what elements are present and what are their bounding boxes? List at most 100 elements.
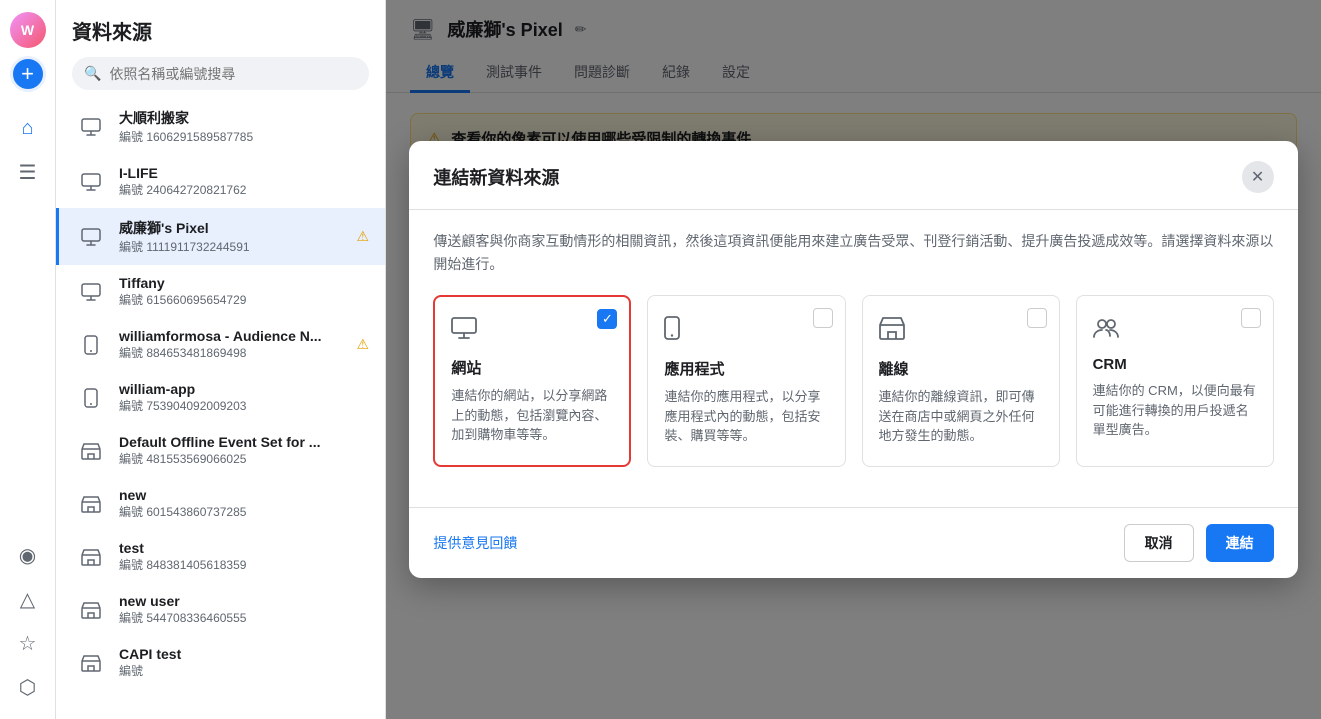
source-item-name: 大順利搬家	[119, 108, 369, 128]
left-panel: 資料來源 🔍 大順利搬家 編號 1606291589587785 I-LIFE …	[56, 0, 386, 719]
option-desc-crm: 連結你的 CRM，以便向最有可能進行轉換的用戶投遞名單型廣告。	[1093, 381, 1257, 440]
source-item-name: 威廉獅's Pixel	[119, 218, 344, 238]
source-item-name: Default Offline Event Set for ...	[119, 434, 369, 450]
source-item-text: new 編號 601543860737285	[119, 487, 369, 520]
option-checkbox-website: ✓	[597, 309, 617, 329]
modal-title: 連結新資料來源	[433, 164, 559, 190]
source-item-source-9[interactable]: test 編號 848381405618359	[56, 530, 385, 583]
source-item-id: 編號 481553569066025	[119, 450, 369, 467]
source-type-icon	[75, 488, 107, 520]
source-type-icon	[75, 594, 107, 626]
source-item-text: william-app 編號 753904092009203	[119, 381, 369, 414]
option-desc-offline: 連結你的離線資訊，即可傳送在商店中或網頁之外任何地方發生的動態。	[879, 387, 1043, 446]
source-item-source-8[interactable]: new 編號 601543860737285	[56, 477, 385, 530]
option-icon-app	[664, 316, 680, 346]
source-item-id: 編號 1111911732244591	[119, 238, 344, 255]
option-name-crm: CRM	[1093, 356, 1127, 373]
options-grid: ✓ 網站 連結你的網站，以分享網路上的動態，包括瀏覽內容、加到購物車等等。 應用…	[433, 295, 1273, 467]
warning-icon: ⚠	[356, 336, 369, 353]
source-item-text: 威廉獅's Pixel 編號 1111911732244591	[119, 218, 344, 255]
source-item-id: 編號 544708336460555	[119, 609, 369, 626]
right-panel: 🖥 威廉獅's Pixel ✏ 總覽測試事件問題診斷紀錄設定 ⚠ 查看你的像素可…	[386, 0, 1321, 719]
option-icon-offline	[879, 316, 905, 346]
feedback-link[interactable]: 提供意見回饋	[433, 533, 517, 553]
nav-menu[interactable]: ☰	[8, 152, 48, 192]
modal: 連結新資料來源 ✕ 傳送顧客與你商家互動情形的相關資訊，然後這項資訊便能用來建立…	[409, 141, 1297, 577]
source-item-text: test 編號 848381405618359	[119, 540, 369, 573]
search-input[interactable]	[109, 66, 357, 82]
source-type-icon	[75, 647, 107, 679]
nav-globe[interactable]: ◉	[8, 535, 48, 575]
source-item-name: CAPI test	[119, 646, 369, 662]
source-type-icon	[75, 382, 107, 414]
source-type-icon	[75, 276, 107, 308]
source-item-text: williamformosa - Audience N... 編號 884653…	[119, 328, 344, 361]
source-item-source-4[interactable]: Tiffany 編號 615660695654729	[56, 265, 385, 318]
option-icon-website	[451, 317, 477, 345]
source-item-source-7[interactable]: Default Offline Event Set for ... 編號 481…	[56, 424, 385, 477]
add-button[interactable]: +	[10, 56, 46, 92]
option-checkbox-offline	[1027, 308, 1047, 328]
main-container: 資料來源 🔍 大順利搬家 編號 1606291589587785 I-LIFE …	[56, 0, 1321, 719]
source-type-icon	[75, 329, 107, 361]
option-checkbox-app	[813, 308, 833, 328]
option-icon-crm	[1093, 316, 1119, 344]
left-panel-header: 資料來源 🔍	[56, 0, 385, 98]
source-item-source-11[interactable]: CAPI test 編號	[56, 636, 385, 689]
option-card-crm[interactable]: CRM 連結你的 CRM，以便向最有可能進行轉換的用戶投遞名單型廣告。	[1076, 295, 1274, 467]
user-avatar[interactable]: W	[10, 12, 46, 48]
source-item-id: 編號 1606291589587785	[119, 128, 369, 145]
sidebar-nav: W + ⌂ ☰ ◉ △ ☆ ⬡	[0, 0, 56, 719]
source-item-name: new	[119, 487, 369, 503]
source-item-text: Tiffany 編號 615660695654729	[119, 275, 369, 308]
source-item-text: CAPI test 編號	[119, 646, 369, 679]
option-desc-app: 連結你的應用程式，以分享應用程式內的動態，包括安裝、購買等等。	[664, 387, 828, 446]
modal-body: 傳送顧客與你商家互動情形的相關資訊，然後這項資訊便能用來建立廣告受眾、刊登行銷活…	[409, 210, 1297, 506]
source-item-id: 編號 615660695654729	[119, 291, 369, 308]
source-type-icon	[75, 541, 107, 573]
source-item-text: 大順利搬家 編號 1606291589587785	[119, 108, 369, 145]
nav-analytics[interactable]: △	[8, 579, 48, 619]
source-item-source-3[interactable]: 威廉獅's Pixel 編號 1111911732244591 ⚠	[56, 208, 385, 265]
option-checkbox-crm	[1241, 308, 1261, 328]
source-item-name: I-LIFE	[119, 165, 369, 181]
source-item-id: 編號 884653481869498	[119, 344, 344, 361]
source-type-icon	[75, 435, 107, 467]
option-card-app[interactable]: 應用程式 連結你的應用程式，以分享應用程式內的動態，包括安裝、購買等等。	[647, 295, 845, 467]
source-item-name: Tiffany	[119, 275, 369, 291]
nav-star[interactable]: ☆	[8, 623, 48, 663]
source-item-source-10[interactable]: new user 編號 544708336460555	[56, 583, 385, 636]
source-type-icon	[75, 111, 107, 143]
source-item-name: new user	[119, 593, 369, 609]
connect-button[interactable]: 連結	[1206, 524, 1274, 562]
search-icon: 🔍	[84, 65, 101, 82]
source-item-source-2[interactable]: I-LIFE 編號 240642720821762	[56, 155, 385, 208]
warning-icon: ⚠	[356, 228, 369, 245]
modal-actions: 取消 連結	[1124, 524, 1274, 562]
source-item-source-1[interactable]: 大順利搬家 編號 1606291589587785	[56, 98, 385, 155]
nav-tags[interactable]: ⬡	[8, 667, 48, 707]
source-item-source-6[interactable]: william-app 編號 753904092009203	[56, 371, 385, 424]
source-item-id: 編號 601543860737285	[119, 503, 369, 520]
source-item-source-5[interactable]: williamformosa - Audience N... 編號 884653…	[56, 318, 385, 371]
source-type-icon	[75, 166, 107, 198]
option-desc-website: 連結你的網站，以分享網路上的動態，包括瀏覽內容、加到購物車等等。	[451, 386, 613, 445]
source-item-name: william-app	[119, 381, 369, 397]
modal-close-button[interactable]: ✕	[1242, 161, 1274, 193]
nav-home[interactable]: ⌂	[8, 108, 48, 148]
modal-header: 連結新資料來源 ✕	[409, 141, 1297, 210]
modal-description: 傳送顧客與你商家互動情形的相關資訊，然後這項資訊便能用來建立廣告受眾、刊登行銷活…	[433, 230, 1273, 275]
option-name-offline: 離線	[879, 358, 909, 379]
source-item-text: Default Offline Event Set for ... 編號 481…	[119, 434, 369, 467]
source-item-id: 編號 240642720821762	[119, 181, 369, 198]
search-box: 🔍	[72, 57, 369, 90]
cancel-button[interactable]: 取消	[1124, 524, 1194, 562]
option-card-website[interactable]: ✓ 網站 連結你的網站，以分享網路上的動態，包括瀏覽內容、加到購物車等等。	[433, 295, 631, 467]
source-type-icon	[75, 221, 107, 253]
page-title: 資料來源	[72, 16, 369, 45]
source-item-text: new user 編號 544708336460555	[119, 593, 369, 626]
source-item-name: test	[119, 540, 369, 556]
option-name-website: 網站	[451, 357, 481, 378]
option-card-offline[interactable]: 離線 連結你的離線資訊，即可傳送在商店中或網頁之外任何地方發生的動態。	[862, 295, 1060, 467]
source-item-text: I-LIFE 編號 240642720821762	[119, 165, 369, 198]
